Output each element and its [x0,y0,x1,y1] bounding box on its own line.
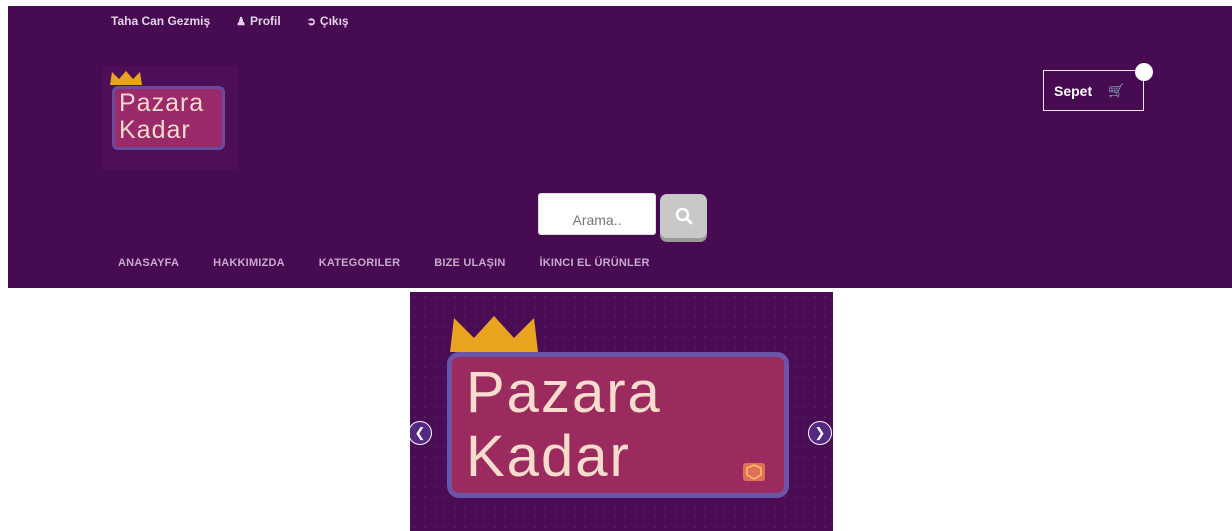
search-icon [675,207,692,225]
nav-contact[interactable]: BIZE ULAŞIN [434,257,505,269]
hero-slider: Pazara Kadar ❮ ❯ [410,292,833,531]
crown-icon [110,71,142,85]
nav-home[interactable]: ANASAYFA [118,257,179,269]
slider-logo-line-2: Kadar [466,424,631,489]
cart-icon: 🛒 [1108,82,1125,98]
cart-label: Sepet [1054,82,1093,99]
nav-about[interactable]: HAKKIMIZDA [213,257,285,269]
site-logo[interactable]: Pazara Kadar [103,66,237,170]
logout-icon: ➲ [306,15,316,28]
slider-next-button[interactable]: ❯ [808,421,832,445]
nav-second-hand[interactable]: İKINCI EL ÜRÜNLER [540,257,650,269]
logo-box: Pazara Kadar [112,86,225,150]
slider-logo-box: Pazara Kadar [447,352,789,498]
logout-link[interactable]: ➲ Çıkış [307,14,349,28]
chevron-right-icon: ❯ [814,425,826,440]
search-input[interactable] [538,193,656,235]
chevron-left-icon: ❮ [414,425,426,440]
seal-icon [743,463,765,481]
site-header: Taha Can Gezmiş ♟ Profil ➲ Çıkış Pazara … [8,6,1232,288]
main-nav: ANASAYFA HAKKIMIZDA KATEGORILER BIZE ULA… [118,257,684,269]
user-name: Taha Can Gezmiş [111,14,211,28]
profile-link[interactable]: ♟ Profil [236,14,281,28]
user-name-link[interactable]: Taha Can Gezmiş [111,14,210,28]
cart-button[interactable]: Sepet 🛒 [1043,63,1153,111]
logo-line-2: Kadar [119,116,191,144]
crown-icon [450,316,538,352]
search-button[interactable] [660,194,707,238]
user-bar: Taha Can Gezmiş ♟ Profil ➲ Çıkış [111,14,375,28]
logout-label: Çıkış [319,14,349,28]
cart-count-badge [1135,63,1153,81]
user-icon: ♟ [236,15,247,28]
logo-line-1: Pazara [119,89,205,117]
profile-label: Profil [250,14,281,28]
nav-categories[interactable]: KATEGORILER [319,257,400,269]
slider-logo-line-1: Pazara [466,360,662,425]
